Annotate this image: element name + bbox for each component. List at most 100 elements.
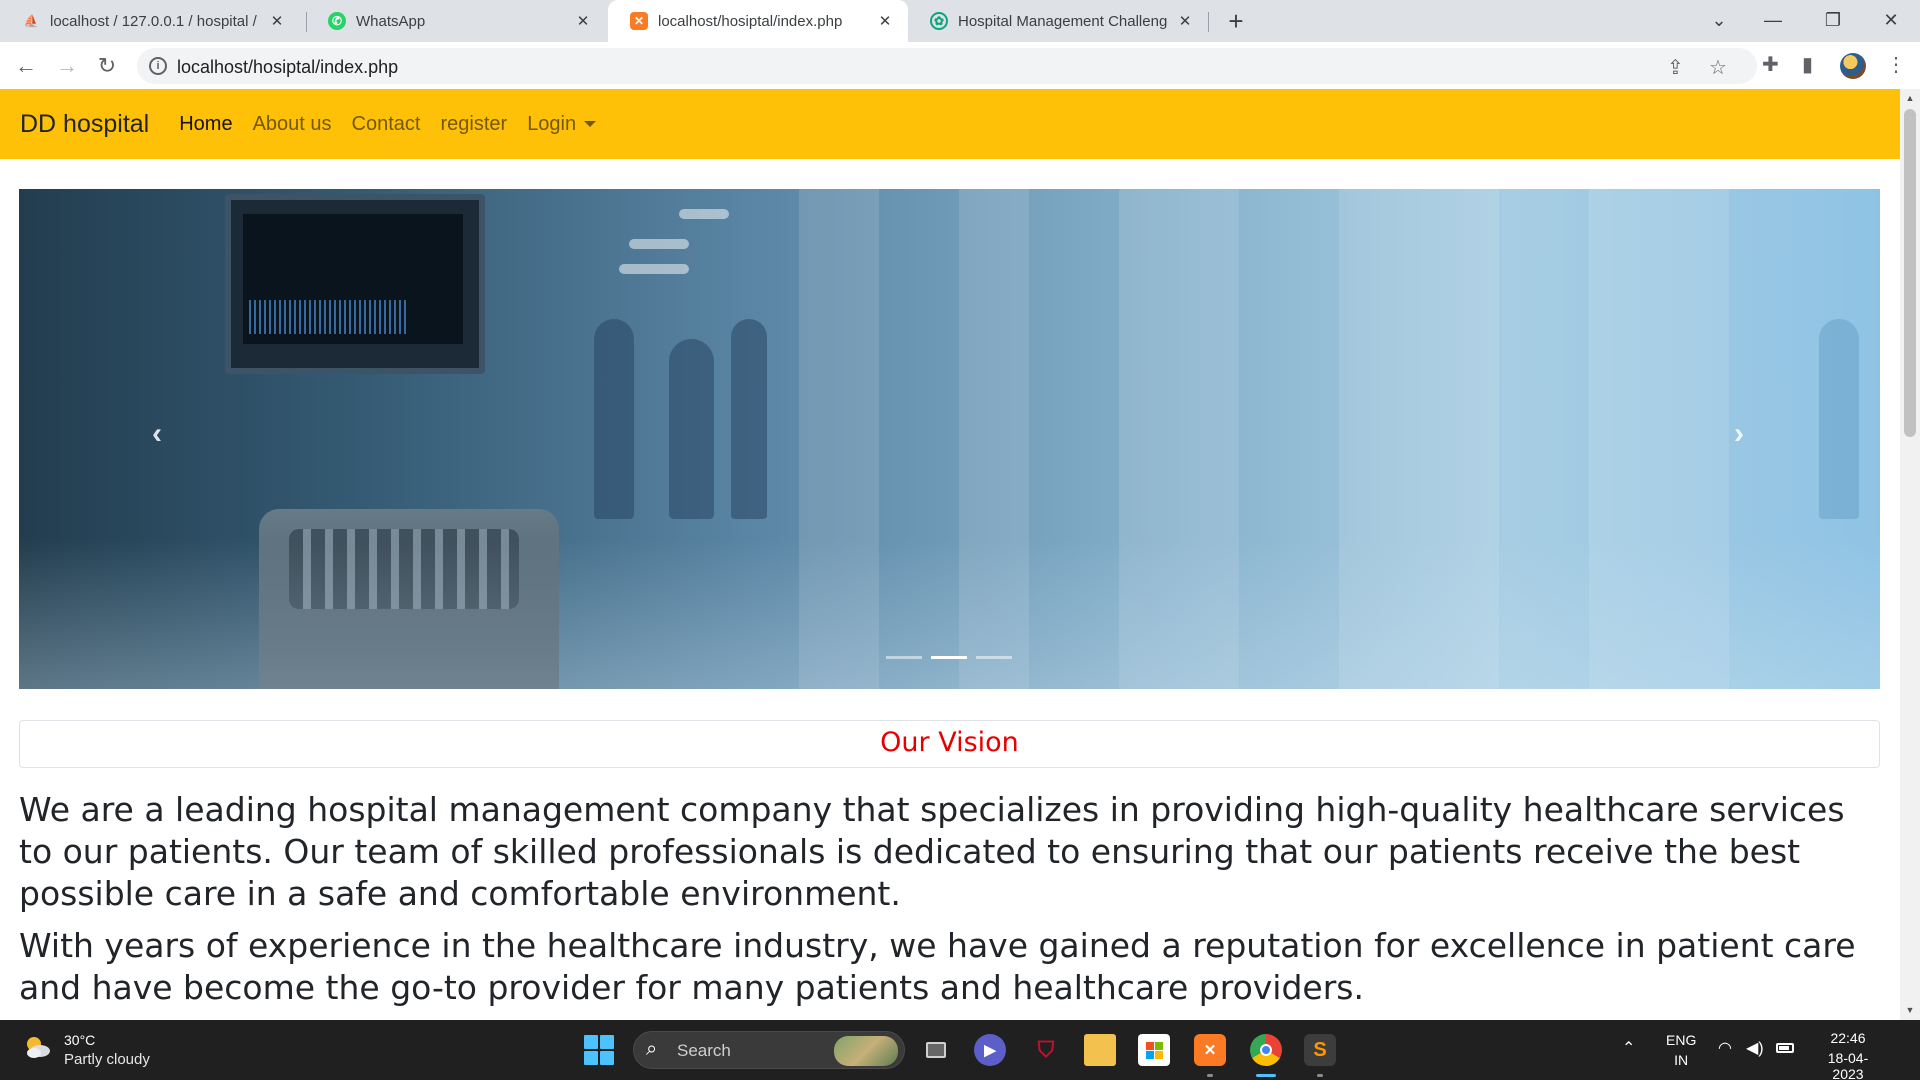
running-indicator (1317, 1074, 1323, 1077)
windows-taskbar: 30°C Partly cloudy ⌕ Search ▶ ⛉ ✕ S ⌃ EN… (0, 1020, 1920, 1080)
tab-title: localhost/hosiptal/index.php (658, 12, 843, 30)
caret-down-icon (584, 121, 597, 128)
staff-figure (1819, 319, 1859, 519)
close-icon[interactable]: ✕ (574, 12, 592, 30)
language-code: ENG (1666, 1032, 1697, 1048)
windows-logo-pane (600, 1035, 614, 1049)
staff-figure (594, 319, 634, 519)
chrome-icon[interactable] (1250, 1034, 1282, 1066)
carousel-indicator-active[interactable] (931, 656, 967, 659)
side-panel-icon[interactable]: ▮ (1802, 52, 1813, 77)
teams-chat-icon[interactable]: ▶ (974, 1034, 1006, 1066)
nav-login-dropdown[interactable]: Login (527, 112, 597, 136)
window-close-icon[interactable]: ✕ (1868, 0, 1914, 42)
monitor-waveform (249, 300, 409, 334)
close-icon[interactable]: ✕ (268, 12, 286, 30)
page-scrollbar[interactable]: ▲ ▼ (1900, 89, 1920, 1020)
carousel-indicator[interactable] (976, 656, 1012, 659)
mcafee-icon[interactable]: ⛉ (1030, 1034, 1062, 1066)
windows-logo-pane (600, 1051, 614, 1065)
windows-logo-pane (584, 1051, 598, 1065)
site-info-icon[interactable]: i (149, 57, 167, 75)
nav-login-label: Login (527, 112, 577, 135)
site-navbar: DD hospital Home About us Contact regist… (0, 89, 1900, 159)
vision-title: Our Vision (880, 727, 1019, 758)
extensions-icon[interactable]: ✚ (1762, 52, 1779, 77)
battery-icon[interactable] (1776, 1040, 1794, 1056)
tab-phpmyadmin[interactable]: ⛵ localhost / 127.0.0.1 / hospital / a ✕ (0, 0, 300, 42)
weather-description[interactable]: Partly cloudy (64, 1051, 150, 1068)
carousel-indicators (886, 656, 1012, 659)
weather-temperature[interactable]: 30°C (64, 1032, 95, 1048)
microsoft-store-icon[interactable] (1138, 1034, 1170, 1066)
xampp-taskbar-icon[interactable]: ✕ (1194, 1034, 1226, 1066)
taskbar-search[interactable]: ⌕ Search (633, 1031, 905, 1069)
partly-cloudy-icon[interactable] (22, 1032, 52, 1062)
reload-icon[interactable]: ↻ (91, 50, 123, 82)
ceiling-light (679, 209, 729, 219)
new-tab-button[interactable]: + (1221, 6, 1251, 36)
task-view-icon[interactable] (920, 1034, 952, 1066)
tab-hospital-index[interactable]: ✕ localhost/hosiptal/index.php ✕ (608, 0, 908, 42)
menu-kebab-icon[interactable]: ⋮ (1886, 52, 1906, 77)
staff-figure (731, 319, 767, 519)
carousel-indicator[interactable] (886, 656, 922, 659)
staff-figure (669, 339, 714, 519)
tab-separator (1208, 12, 1209, 32)
page-viewport: DD hospital Home About us Contact regist… (0, 89, 1900, 1020)
nav-contact[interactable]: Contact (352, 113, 421, 136)
sublime-text-icon[interactable]: S (1304, 1034, 1336, 1066)
ceiling-light (619, 264, 689, 274)
clock[interactable]: 22:46 18-04-2023 (1818, 1030, 1878, 1080)
nav-register[interactable]: register (440, 113, 507, 136)
nav-home[interactable]: Home (179, 113, 232, 136)
search-label: Search (677, 1041, 731, 1060)
nav-about-us[interactable]: About us (253, 113, 332, 136)
tab-whatsapp[interactable]: ✆ WhatsApp ✕ (306, 0, 606, 42)
minimize-icon[interactable]: — (1750, 0, 1796, 42)
input-language[interactable]: ENG IN (1666, 1032, 1696, 1068)
tab-search-chevron-icon[interactable]: ⌄ (1696, 0, 1742, 42)
tab-title: localhost / 127.0.0.1 / hospital / a (50, 12, 260, 30)
windows-logo-pane (584, 1035, 598, 1049)
vision-paragraph-2: With years of experience in the healthca… (19, 926, 1856, 1007)
ceiling-light (629, 239, 689, 249)
carousel-prev-button[interactable]: ‹ (137, 414, 177, 454)
start-button[interactable] (584, 1035, 614, 1065)
vision-paragraph-1: We are a leading hospital management com… (19, 790, 1845, 913)
forward-icon[interactable]: → (51, 50, 83, 82)
scrollbar-thumb[interactable] (1904, 109, 1916, 437)
site-brand[interactable]: DD hospital (20, 110, 149, 139)
carousel-next-button[interactable]: › (1719, 414, 1759, 454)
close-icon[interactable]: ✕ (1176, 12, 1194, 30)
scroll-down-arrow-icon[interactable]: ▼ (1900, 1005, 1920, 1015)
vision-heading-box: Our Vision (19, 720, 1880, 768)
hero-carousel: ‹ › (19, 189, 1880, 689)
scroll-up-arrow-icon[interactable]: ▲ (1900, 93, 1920, 103)
xampp-icon: ✕ (630, 12, 648, 30)
active-app-indicator (1256, 1074, 1276, 1077)
share-icon[interactable]: ⇪ (1667, 55, 1684, 80)
search-highlight-image (834, 1036, 898, 1066)
volume-icon[interactable]: ◀) (1746, 1038, 1764, 1058)
back-icon[interactable]: ← (10, 50, 42, 82)
browser-tab-strip: ⛵ localhost / 127.0.0.1 / hospital / a ✕… (0, 0, 1920, 42)
profile-avatar[interactable] (1840, 53, 1866, 79)
address-bar[interactable]: i localhost/hosiptal/index.php ⇪ ☆ (137, 48, 1757, 84)
close-icon[interactable]: ✕ (876, 12, 894, 30)
whatsapp-icon: ✆ (328, 12, 346, 30)
url-text[interactable]: localhost/hosiptal/index.php (177, 57, 398, 78)
tray-overflow-chevron-icon[interactable]: ⌃ (1622, 1038, 1635, 1058)
bookmark-star-icon[interactable]: ☆ (1709, 55, 1727, 80)
file-explorer-icon[interactable] (1084, 1034, 1116, 1066)
chatgpt-icon: ✿ (930, 12, 948, 30)
wifi-icon[interactable]: ◠ (1718, 1038, 1732, 1058)
restore-icon[interactable]: ❐ (1810, 0, 1856, 42)
tab-title: WhatsApp (356, 12, 426, 30)
ultrasound-monitor (225, 194, 485, 374)
corridor-floor (19, 539, 1880, 689)
tab-hospital-management-challenge[interactable]: ✿ Hospital Management Challenge ✕ (908, 0, 1208, 42)
browser-toolbar: ← → ↻ i localhost/hosiptal/index.php ⇪ ☆… (0, 42, 1920, 89)
region-code: IN (1674, 1052, 1689, 1068)
clock-time: 22:46 (1830, 1030, 1866, 1046)
